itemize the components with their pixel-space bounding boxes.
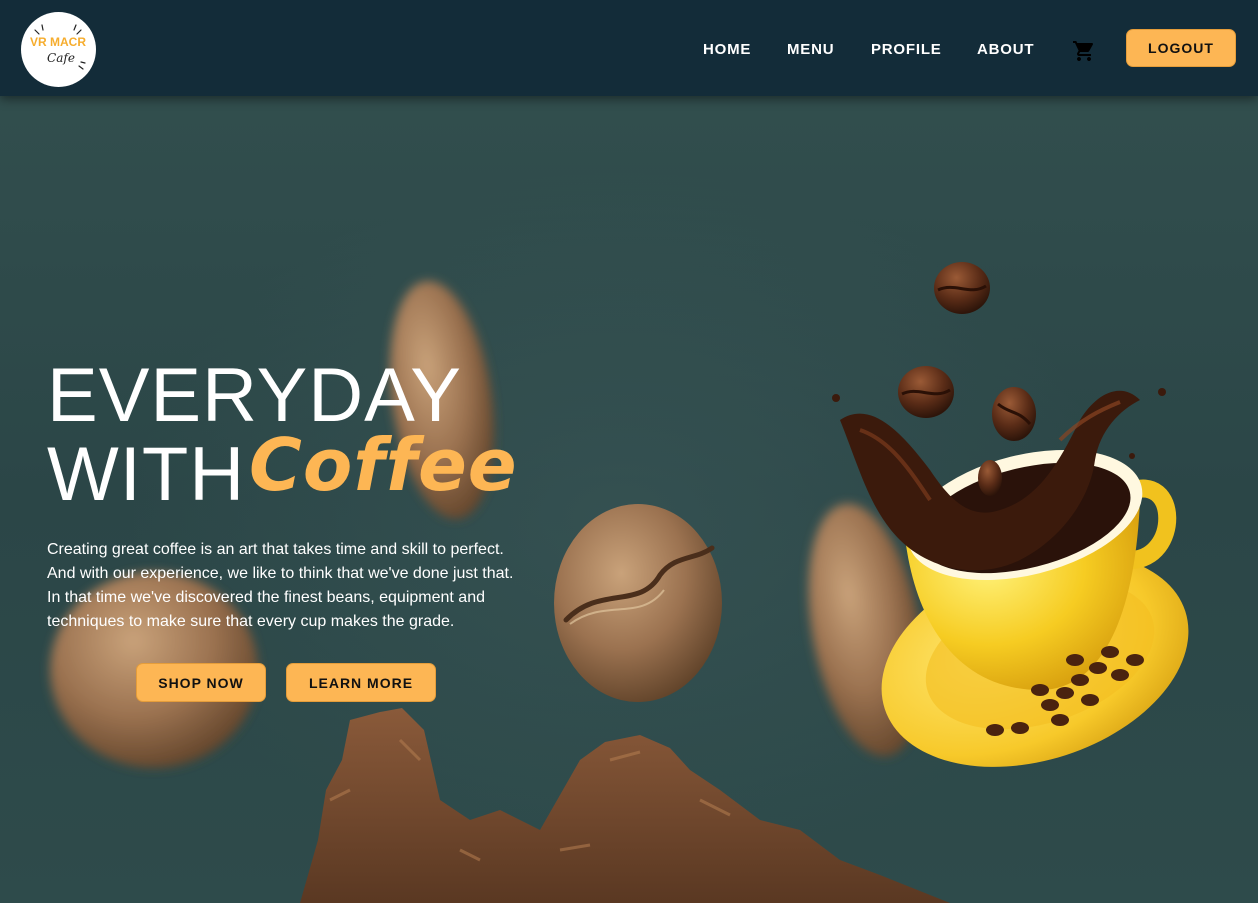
logo[interactable]: VR MACR Cafe [21, 12, 96, 87]
hero-description-line: techniques to make sure that every cup m… [47, 613, 455, 630]
flying-coffee-bean [978, 460, 1002, 496]
nav-link-menu[interactable]: MENU [787, 40, 834, 60]
learn-more-button[interactable]: LEARN MORE [286, 663, 436, 702]
flying-coffee-bean [898, 366, 954, 418]
hero-description-line: Creating great coffee is an art that tak… [47, 541, 504, 558]
cafe-logo-icon: VR MACR Cafe [30, 24, 86, 70]
shop-now-button[interactable]: SHOP NOW [136, 663, 266, 702]
shopping-cart-icon[interactable] [1072, 39, 1096, 63]
nav-link-home[interactable]: HOME [703, 40, 751, 60]
hero-description: Creating great coffee is an art that tak… [47, 538, 547, 634]
hero-description-line: And with our experience, we like to thin… [47, 565, 514, 582]
logout-button[interactable]: LOGOUT [1126, 29, 1236, 67]
coffee-bean [554, 504, 722, 702]
logo-text-primary: VR MACR [30, 35, 86, 49]
nav-link-profile[interactable]: PROFILE [871, 40, 942, 60]
ground-coffee-pile [300, 708, 950, 903]
nav-link-about[interactable]: ABOUT [977, 40, 1034, 60]
flying-coffee-bean [992, 387, 1036, 441]
hero-headline-accent: Coffee [249, 423, 518, 507]
hero-headline-line2: WITH [47, 432, 246, 517]
top-navbar: VR MACR Cafe HOME MENU PROFILE ABOUT LOG… [0, 0, 1258, 96]
flying-coffee-bean [934, 262, 990, 314]
hero-description-line: In that time we've discovered the finest… [47, 589, 485, 606]
logo-text-secondary: Cafe [47, 51, 75, 65]
